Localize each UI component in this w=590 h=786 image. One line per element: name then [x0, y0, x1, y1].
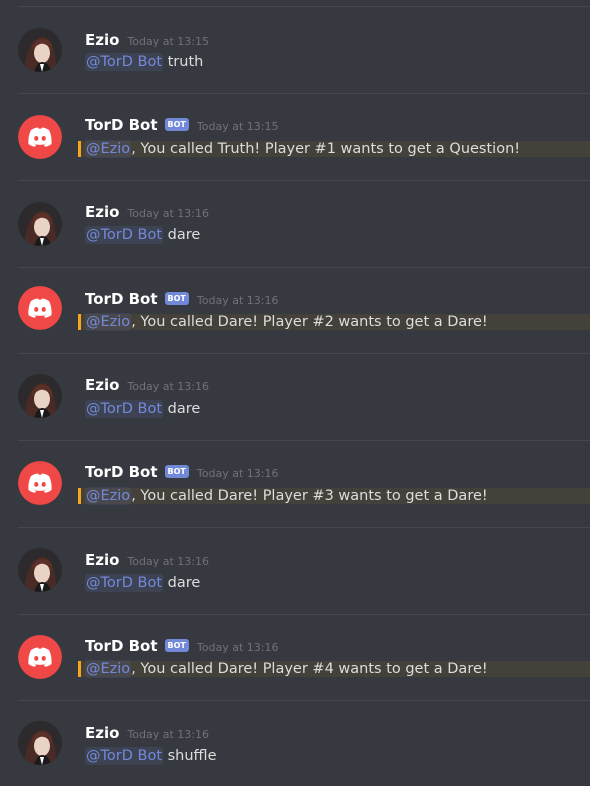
timestamp: Today at 13:16: [196, 640, 279, 654]
username[interactable]: TorD Bot: [85, 290, 158, 308]
message-header: Ezio Today at 13:15: [85, 30, 209, 50]
bot-avatar[interactable]: [18, 461, 62, 505]
message: TorD Bot BOT Today at 13:16 @Ezio, You c…: [0, 267, 590, 353]
message-text: , You called Truth! Player #1 wants to g…: [131, 141, 521, 157]
mention[interactable]: @TorD Bot: [85, 574, 164, 592]
anime-avatar-icon: [18, 548, 62, 592]
discord-logo-icon: [18, 635, 62, 679]
anime-avatar-icon: [18, 28, 62, 72]
chat-messages: Ezio Today at 13:15 @TorD Bot truth TorD…: [0, 0, 590, 784]
user-avatar[interactable]: [18, 548, 62, 592]
username[interactable]: TorD Bot: [85, 637, 158, 655]
username[interactable]: Ezio: [85, 203, 119, 221]
bot-tag: BOT: [164, 464, 189, 478]
timestamp: Today at 13:16: [196, 293, 279, 307]
message-header: TorD Bot BOT Today at 13:16: [85, 462, 278, 482]
message-text: dare: [163, 401, 201, 417]
mention-highlight-accent: [78, 488, 81, 504]
message-content: @TorD Bot shuffle: [85, 746, 217, 766]
bot-avatar[interactable]: [18, 635, 62, 679]
mention[interactable]: @TorD Bot: [85, 400, 164, 418]
anime-avatar-icon: [18, 374, 62, 418]
message: Ezio Today at 13:16 @TorD Bot dare: [0, 180, 590, 266]
message: Ezio Today at 13:16 @TorD Bot dare: [0, 527, 590, 613]
message: Ezio Today at 13:15 @TorD Bot truth: [0, 0, 590, 72]
mention-highlight-accent: [78, 661, 81, 677]
message: TorD Bot BOT Today at 13:15 @Ezio, You c…: [0, 93, 590, 179]
message: TorD Bot BOT Today at 13:16 @Ezio, You c…: [0, 440, 590, 526]
timestamp: Today at 13:16: [196, 466, 279, 480]
mention-highlight-accent: [78, 314, 81, 330]
username[interactable]: Ezio: [85, 376, 119, 394]
bot-tag: BOT: [164, 291, 189, 305]
timestamp: Today at 13:16: [127, 727, 209, 741]
username[interactable]: TorD Bot: [85, 116, 158, 134]
message-divider: [18, 614, 590, 615]
user-avatar[interactable]: [18, 721, 62, 765]
message-header: Ezio Today at 13:16: [85, 202, 209, 222]
message-content: @Ezio, You called Dare! Player #3 wants …: [85, 486, 488, 506]
timestamp: Today at 13:16: [127, 206, 209, 220]
message-header: Ezio Today at 13:16: [85, 723, 209, 743]
discord-logo-icon: [18, 461, 62, 505]
user-avatar[interactable]: [18, 28, 62, 72]
message: TorD Bot BOT Today at 13:16 @Ezio, You c…: [0, 614, 590, 700]
message: Ezio Today at 13:16 @TorD Bot dare: [0, 353, 590, 439]
message-text: , You called Dare! Player #3 wants to ge…: [131, 488, 488, 504]
message-divider: [18, 267, 590, 268]
message-content: @Ezio, You called Truth! Player #1 wants…: [85, 139, 520, 159]
mention[interactable]: @Ezio: [85, 487, 132, 505]
username[interactable]: TorD Bot: [85, 463, 158, 481]
mention[interactable]: @TorD Bot: [85, 747, 164, 765]
bot-tag: BOT: [164, 117, 189, 131]
username[interactable]: Ezio: [85, 31, 119, 49]
message-text: , You called Dare! Player #4 wants to ge…: [131, 661, 488, 677]
discord-logo-icon: [18, 115, 62, 159]
timestamp: Today at 13:15: [127, 34, 209, 48]
message-divider: [18, 6, 590, 7]
message-divider: [18, 440, 590, 441]
bot-avatar[interactable]: [18, 286, 62, 330]
message-content: @TorD Bot dare: [85, 399, 200, 419]
message-text: , You called Dare! Player #2 wants to ge…: [131, 314, 488, 330]
message-content: @TorD Bot dare: [85, 225, 200, 245]
mention[interactable]: @Ezio: [85, 660, 132, 678]
timestamp: Today at 13:16: [127, 554, 209, 568]
anime-avatar-icon: [18, 721, 62, 765]
message-divider: [18, 353, 590, 354]
message: Ezio Today at 13:16 @TorD Bot shuffle: [0, 700, 590, 786]
message-header: TorD Bot BOT Today at 13:15: [85, 115, 278, 135]
message-text: dare: [163, 575, 201, 591]
mention[interactable]: @Ezio: [85, 313, 132, 331]
message-content: @Ezio, You called Dare! Player #2 wants …: [85, 312, 488, 332]
discord-logo-icon: [18, 286, 62, 330]
message-text: truth: [163, 54, 204, 70]
bot-tag: BOT: [164, 638, 189, 652]
message-content: @Ezio, You called Dare! Player #4 wants …: [85, 659, 488, 679]
message-text: shuffle: [163, 748, 217, 764]
mention[interactable]: @TorD Bot: [85, 53, 164, 71]
username[interactable]: Ezio: [85, 724, 119, 742]
bot-avatar[interactable]: [18, 115, 62, 159]
message-header: TorD Bot BOT Today at 13:16: [85, 289, 278, 309]
anime-avatar-icon: [18, 202, 62, 246]
message-divider: [18, 93, 590, 94]
message-divider: [18, 527, 590, 528]
mention[interactable]: @TorD Bot: [85, 226, 164, 244]
message-text: dare: [163, 227, 201, 243]
message-divider: [18, 700, 590, 701]
user-avatar[interactable]: [18, 202, 62, 246]
timestamp: Today at 13:16: [127, 379, 209, 393]
message-header: Ezio Today at 13:16: [85, 550, 209, 570]
message-content: @TorD Bot truth: [85, 52, 203, 72]
mention-highlight-accent: [78, 141, 81, 157]
message-content: @TorD Bot dare: [85, 573, 200, 593]
username[interactable]: Ezio: [85, 551, 119, 569]
user-avatar[interactable]: [18, 374, 62, 418]
mention[interactable]: @Ezio: [85, 140, 132, 158]
message-divider: [18, 180, 590, 181]
message-header: TorD Bot BOT Today at 13:16: [85, 636, 278, 656]
message-header: Ezio Today at 13:16: [85, 375, 209, 395]
timestamp: Today at 13:15: [196, 119, 279, 133]
